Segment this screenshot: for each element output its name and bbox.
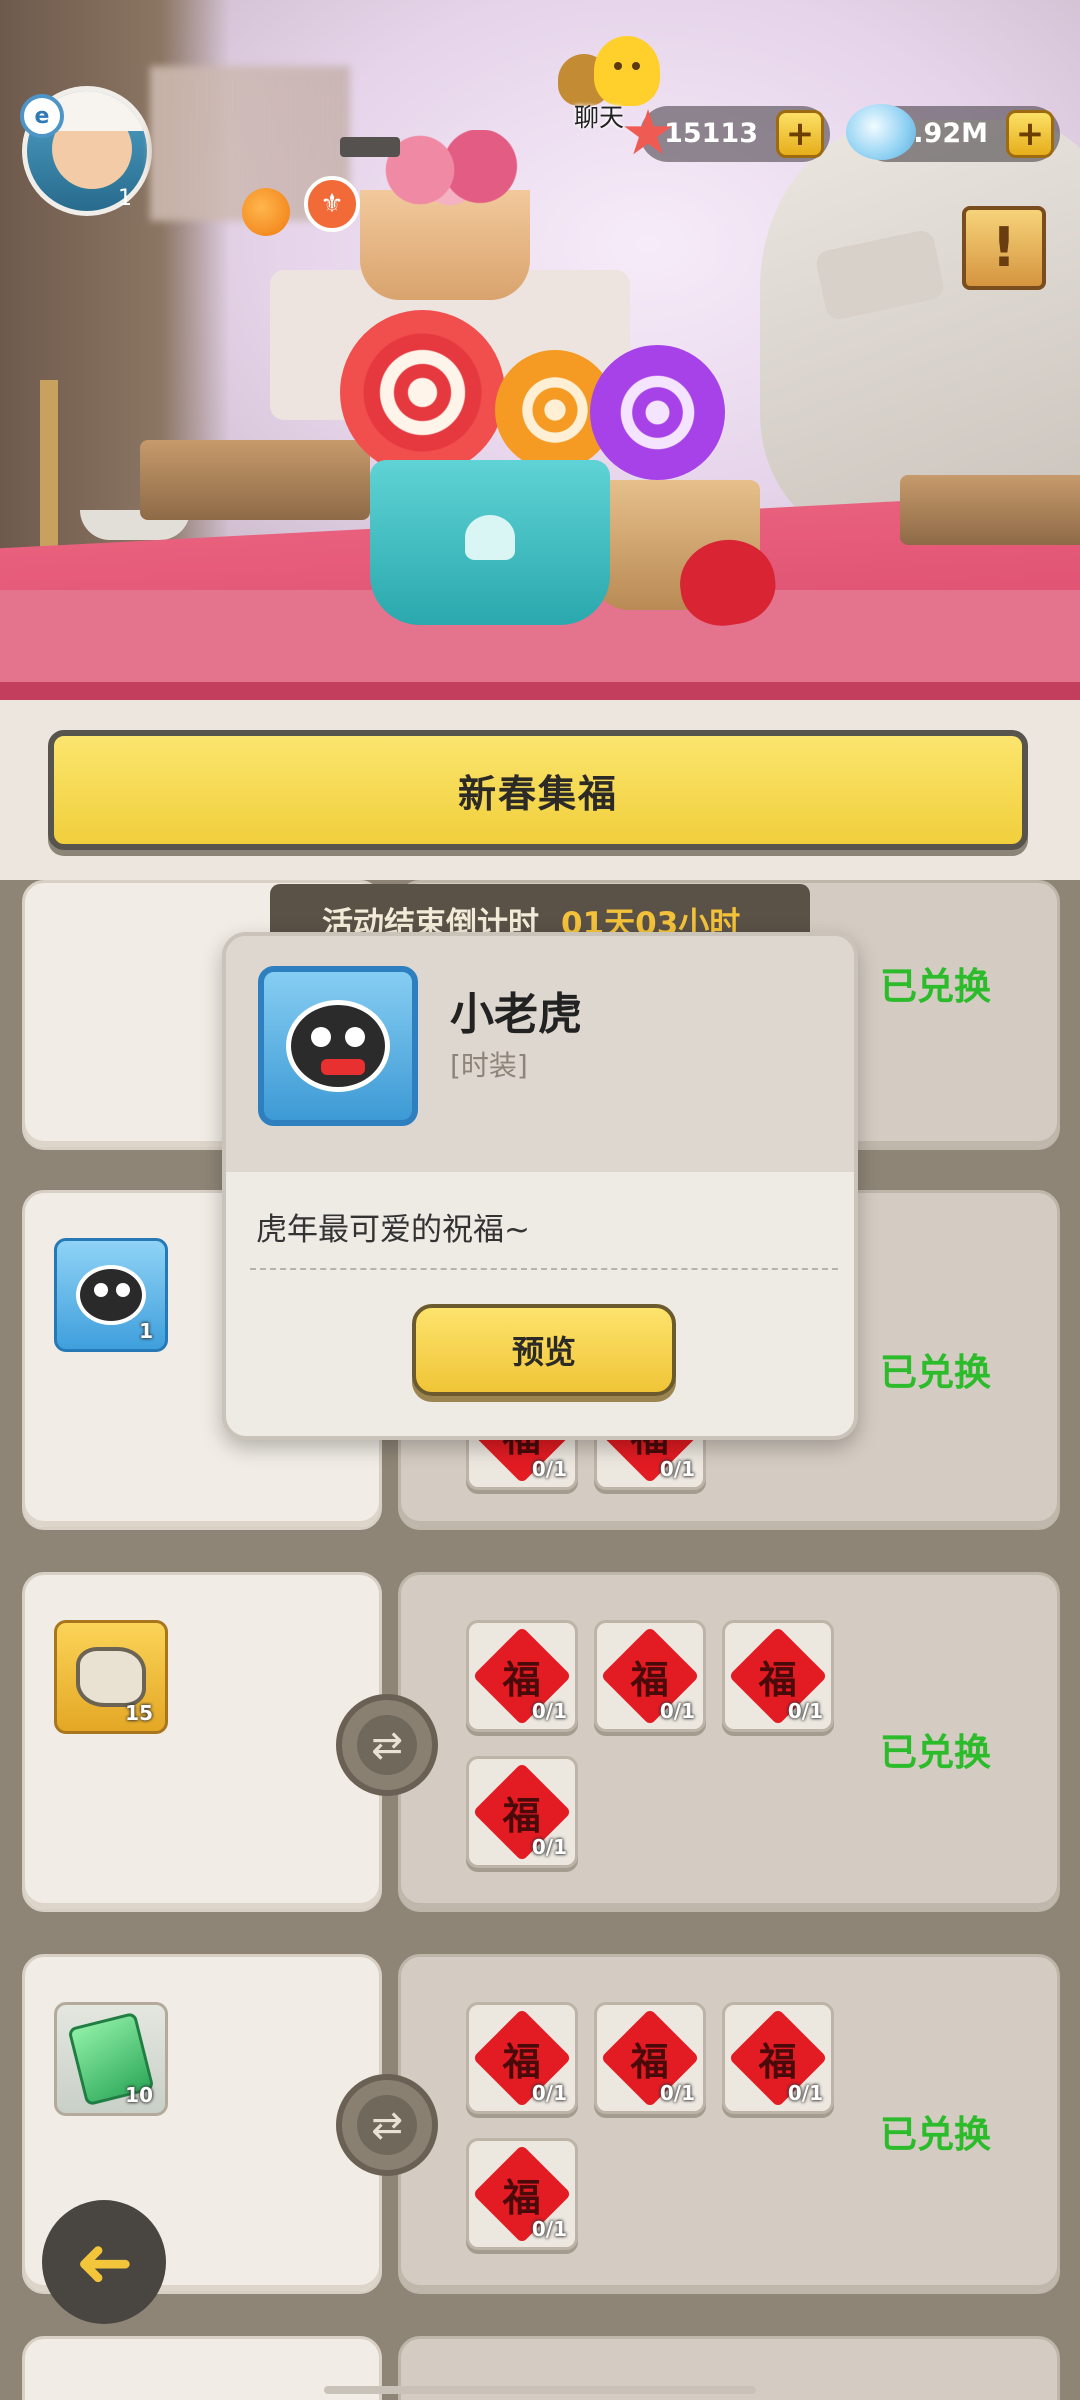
reward-item-bone[interactable]: 15 (54, 1620, 168, 1734)
item-name: 小老虎 (450, 989, 582, 1040)
orange-buff-icon[interactable] (242, 188, 290, 236)
tiger-costume-icon (286, 1000, 390, 1092)
swap-icon: ⇄ (357, 2095, 417, 2155)
quest-scroll-button[interactable]: ! (962, 206, 1046, 290)
fu-char: 福 (630, 1657, 670, 1702)
tiger-costume-icon (76, 1265, 146, 1325)
fu-count: 0/1 (659, 2081, 695, 2105)
item-type: [时装] (450, 1049, 528, 1082)
back-button[interactable]: ➜ (42, 2200, 166, 2324)
shield-icon[interactable]: ⚜ (304, 176, 360, 232)
exchange-button[interactable]: ⇄ (336, 2074, 438, 2176)
fu-card[interactable]: 福 0/1 (466, 2002, 578, 2114)
fu-card[interactable]: 福 0/1 (722, 2002, 834, 2114)
fu-count: 0/1 (531, 2217, 567, 2241)
exchange-button[interactable]: ⇄ (336, 1694, 438, 1796)
swap-icon: ⇄ (357, 1715, 417, 1775)
fu-char: 福 (502, 2175, 542, 2220)
event-title-banner: 新春集福 (48, 730, 1028, 850)
back-arrow-icon: ➜ (74, 2221, 134, 2303)
item-description: 虎年最可爱的祝福~ (256, 1212, 530, 1248)
exp-bar (340, 137, 400, 157)
fu-card[interactable]: 福 0/1 (594, 2002, 706, 2114)
reward-count: 10 (125, 2083, 153, 2107)
fu-count: 0/1 (531, 1835, 567, 1859)
scene-shelf-left (140, 440, 370, 520)
reward-item-ticket[interactable]: 10 (54, 2002, 168, 2116)
fu-count: 0/1 (531, 1699, 567, 1723)
item-detail-popup: 小老虎 [时装] 虎年最可爱的祝福~ 预览 (222, 932, 858, 1440)
avatar-frame-badge-icon: e (20, 94, 64, 138)
reward-item-tiger[interactable]: 1 (54, 1238, 168, 1352)
lollipop-purple (590, 345, 725, 480)
fu-char: 福 (502, 1657, 542, 1702)
lollipop-red (340, 310, 505, 475)
game-screen: e 1 ⚜ 聊天 15113 + ★ 9.92M + ! 新春集福 已兑换 1 … (0, 0, 1080, 2400)
reward-count: 15 (125, 1701, 153, 1725)
fu-count: 0/1 (659, 1457, 695, 1481)
teal-heart-bucket (370, 460, 610, 625)
fu-card[interactable]: 福 0/1 (594, 1620, 706, 1732)
starfish-icon: ★ (620, 96, 676, 169)
fu-char: 福 (758, 2039, 798, 2084)
item-icon-frame (258, 966, 418, 1126)
fu-char: 福 (502, 2039, 542, 2084)
fu-char: 福 (502, 1793, 542, 1838)
fu-char: 福 (630, 2039, 670, 2084)
fu-count: 0/1 (787, 2081, 823, 2105)
status-exchanged: 已兑换 (880, 1731, 991, 1774)
fu-card[interactable]: 福 0/1 (466, 1620, 578, 1732)
status-exchanged: 已兑换 (880, 965, 991, 1008)
fu-char: 福 (758, 1657, 798, 1702)
fu-card[interactable]: 福 0/1 (466, 2138, 578, 2250)
preview-button[interactable]: 预览 (412, 1304, 676, 1396)
fu-card[interactable]: 福 0/1 (722, 1620, 834, 1732)
popup-divider (250, 1268, 838, 1270)
gem-icon (846, 104, 916, 160)
fu-count: 0/1 (659, 1699, 695, 1723)
fu-count: 0/1 (531, 1457, 567, 1481)
scene-shelf-right (900, 475, 1080, 545)
fu-card[interactable]: 福 0/1 (466, 1756, 578, 1868)
status-exchanged: 已兑换 (880, 1351, 991, 1394)
home-indicator[interactable] (324, 2386, 756, 2394)
fu-count: 0/1 (787, 1699, 823, 1723)
bone-token-icon (76, 1647, 146, 1707)
player-level: 1 (118, 186, 132, 211)
status-exchanged: 已兑换 (880, 2113, 991, 2156)
reward-count: 1 (139, 1319, 153, 1343)
add-gem-button[interactable]: + (1006, 110, 1054, 158)
fu-count: 0/1 (531, 2081, 567, 2105)
add-starfish-button[interactable]: + (776, 110, 824, 158)
